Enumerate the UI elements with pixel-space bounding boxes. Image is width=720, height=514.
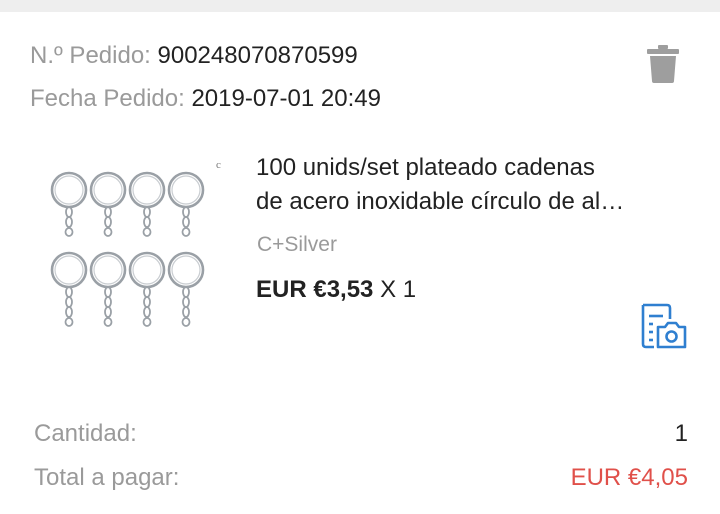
order-number-label: N.º Pedido: xyxy=(30,42,151,69)
price-line: EUR €3,53 X 1 xyxy=(256,275,416,305)
total-label: Total a pagar: xyxy=(34,464,180,491)
product-image[interactable]: c xyxy=(36,152,232,348)
product-title-line-2: de acero inoxidable círculo de al… xyxy=(256,188,625,215)
order-date-label: Fecha Pedido: xyxy=(30,85,185,112)
order-number-row: N.º Pedido: 9002480708705​99 xyxy=(30,41,358,71)
total-value: EUR €4,05 xyxy=(570,464,688,491)
top-divider-strip xyxy=(0,0,720,12)
product-title-line-1: 100 unids/set plateado cadenas xyxy=(256,154,595,181)
unit-price: EUR €3,53 xyxy=(256,276,374,303)
quantity-label: Cantidad: xyxy=(34,420,137,447)
item-quantity: X 1 xyxy=(380,276,417,303)
trash-icon[interactable] xyxy=(647,45,679,83)
product-variant: C+Silver xyxy=(257,233,337,256)
product-title[interactable]: 100 unids/set plateado cadenas de acero … xyxy=(256,151,686,219)
quantity-value: 1 xyxy=(674,420,688,447)
order-number-value: 9002480708705​99 xyxy=(157,42,358,69)
image-corner-mark: c xyxy=(216,159,221,171)
order-date-row: Fecha Pedido: 2019-07-01 20:49 xyxy=(30,84,381,114)
receipt-camera-icon[interactable] xyxy=(639,302,689,350)
order-date-value: 2019-07-01 20:49 xyxy=(191,85,381,112)
